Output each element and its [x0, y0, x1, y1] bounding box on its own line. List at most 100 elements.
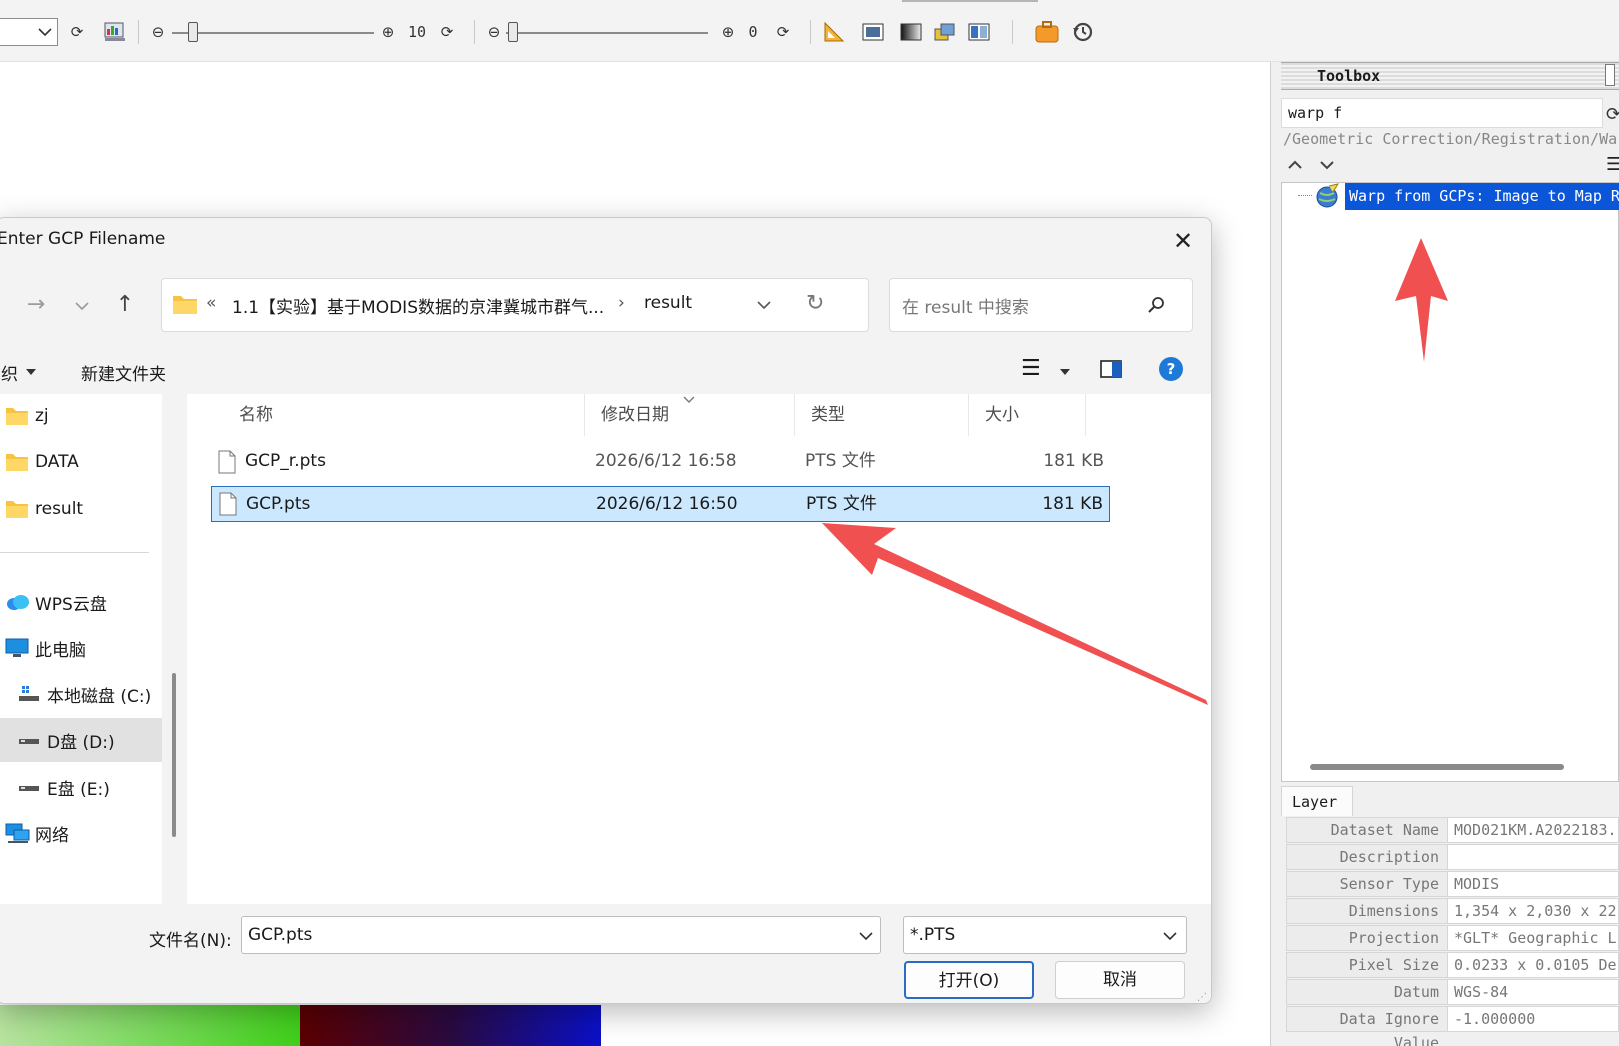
nav-scrollbar[interactable]	[172, 673, 176, 837]
file-icon	[218, 450, 236, 474]
nav-item-result[interactable]: result	[0, 487, 162, 531]
up-folder-icon[interactable]: ↑	[110, 290, 140, 320]
drive-icon	[19, 686, 39, 701]
help-icon[interactable]: ?	[1159, 357, 1183, 381]
layer-key: Data Ignore Value	[1286, 1006, 1448, 1046]
measure-icon[interactable]	[822, 18, 848, 46]
command-bar: 织 新建文件夹 ☰ ?	[0, 348, 1211, 394]
toolbox-bag-icon[interactable]	[1034, 18, 1060, 46]
zoom-in-slider-2-icon[interactable]: ⊕	[718, 18, 738, 46]
display-combo[interactable]	[0, 18, 58, 46]
view-options-icon[interactable]: ☰	[1021, 356, 1041, 381]
recent-dropdown-icon[interactable]	[67, 290, 97, 320]
nav-item-wps-cloud[interactable]: WPS云盘	[0, 580, 162, 624]
stretch-value: 10	[407, 23, 427, 41]
nav-item-this-pc[interactable]: 此电脑	[0, 626, 162, 670]
breadcrumb-separator-icon: ›	[618, 293, 625, 313]
column-header-size[interactable]: 大小	[969, 394, 1086, 436]
nav-item-drive-d[interactable]: D盘 (D:)	[0, 718, 162, 762]
nav-label: DATA	[35, 452, 79, 472]
breadcrumb-current[interactable]: result	[644, 293, 692, 313]
layer-key: Datum	[1286, 979, 1448, 1005]
computer-icon	[5, 638, 29, 657]
nav-item-zj[interactable]: zj	[0, 394, 162, 438]
close-icon[interactable]: ✕	[1167, 226, 1199, 256]
gradient-icon[interactable]	[898, 18, 924, 46]
nav-label: WPS云盘	[35, 594, 107, 615]
tab-layer[interactable]: Layer	[1281, 786, 1353, 816]
file-type-filter[interactable]: *.PTS	[903, 916, 1187, 954]
file-row[interactable]: GCP_r.pts 2026/6/12 16:58 PTS 文件 181 KB	[211, 444, 1110, 480]
view-caret-icon[interactable]	[1059, 368, 1071, 376]
nav-label: E盘 (E:)	[47, 779, 110, 800]
filter-dropdown-icon[interactable]	[1162, 928, 1178, 944]
refresh-icon[interactable]: ⟳	[64, 18, 90, 46]
tree-horizontal-scrollbar[interactable]	[1310, 764, 1564, 770]
toolbox-search-input[interactable]: warp f	[1281, 98, 1603, 128]
zoom-in-slider-icon[interactable]: ⊕	[378, 18, 398, 46]
sharpen-slider-track[interactable]	[506, 32, 708, 34]
toolbox-restore-icon[interactable]	[1605, 64, 1615, 86]
nav-item-drive-c[interactable]: 本地磁盘 (C:)	[0, 672, 162, 716]
tree-connector	[1298, 195, 1312, 196]
refresh-icon[interactable]: ↻	[806, 291, 824, 316]
layer-row: Projection *GLT* Geographic L	[1286, 925, 1619, 951]
filter-value: *.PTS	[910, 925, 956, 945]
cancel-button[interactable]: 取消	[1055, 961, 1185, 999]
file-row-selected[interactable]: GCP.pts 2026/6/12 16:50 PTS 文件 181 KB	[211, 486, 1110, 522]
sharpen-slider-thumb[interactable]	[508, 22, 518, 42]
layer-row: Dimensions 1,354 x 2,030 x 22	[1286, 898, 1619, 924]
filename-dropdown-icon[interactable]	[858, 928, 874, 944]
globe-tool-icon	[1316, 183, 1340, 208]
breadcrumb-overflow[interactable]: «	[206, 293, 216, 313]
display-settings-icon[interactable]	[102, 18, 128, 46]
file-date: 2026/6/12 16:50	[596, 494, 738, 514]
column-header-type[interactable]: 类型	[795, 394, 969, 436]
zoom-out-slider-2-icon[interactable]: ⊖	[484, 18, 504, 46]
search-box[interactable]: 在 result 中搜索	[889, 278, 1193, 332]
tree-item-warp-from-gcps[interactable]: Warp from GCPs: Image to Map Re	[1345, 183, 1619, 210]
resize-grip-icon[interactable]: ⋰	[1197, 992, 1207, 1003]
gcp-file-dialog: Enter GCP Filename ✕ → ↑ « 1.1【实验】基于MODI…	[0, 217, 1212, 1004]
refresh-sharpen-icon[interactable]: ⟳	[770, 18, 796, 46]
layer-row: Sensor Type MODIS	[1286, 871, 1619, 897]
folder-icon	[6, 454, 28, 471]
toolbox-refresh-icon[interactable]: ⟳	[1606, 104, 1619, 125]
toolbox-header: Toolbox	[1281, 62, 1619, 90]
zoom-out-slider-icon[interactable]: ⊖	[148, 18, 168, 46]
filename-input[interactable]: GCP.pts	[241, 916, 881, 954]
toolbox-nav-chevrons-icon[interactable]	[1286, 155, 1346, 173]
nav-item-network[interactable]: 网络	[0, 811, 162, 855]
column-header-name[interactable]: 名称	[223, 394, 585, 436]
toolbox-menu-icon[interactable]: ☰	[1606, 154, 1619, 175]
stretch-slider-thumb[interactable]	[188, 22, 198, 42]
image-view-icon[interactable]	[860, 18, 886, 46]
preview-pane-icon[interactable]	[1099, 358, 1123, 380]
cloud-icon	[7, 595, 29, 610]
layer-value: 1,354 x 2,030 x 22	[1448, 898, 1619, 924]
compare-icon[interactable]	[966, 18, 992, 46]
breadcrumb-folder[interactable]: 1.1【实验】基于MODIS数据的京津冀城市群气...	[232, 293, 604, 318]
organize-menu[interactable]: 织	[1, 360, 18, 385]
refresh-stretch-icon[interactable]: ⟳	[434, 18, 460, 46]
layer-row: Data Ignore Value -1.000000	[1286, 1006, 1619, 1046]
dialog-title: Enter GCP Filename	[0, 229, 166, 249]
layers-icon[interactable]	[932, 18, 958, 46]
history-icon[interactable]	[1070, 18, 1096, 46]
folder-icon	[173, 296, 197, 314]
file-size: 181 KB	[1042, 494, 1103, 514]
drive-icon	[19, 786, 39, 791]
stretch-slider-track[interactable]	[172, 32, 374, 34]
search-icon[interactable]	[1148, 296, 1166, 314]
new-folder-button[interactable]: 新建文件夹	[81, 360, 166, 385]
layer-row: Description	[1286, 844, 1619, 870]
forward-icon[interactable]: →	[21, 290, 51, 320]
address-dropdown-icon[interactable]	[756, 297, 772, 313]
nav-item-data[interactable]: DATA	[0, 440, 162, 484]
toolbox-path: /Geometric Correction/Registration/Warp	[1283, 130, 1619, 148]
organize-caret-icon[interactable]	[25, 368, 37, 376]
address-bar[interactable]: « 1.1【实验】基于MODIS数据的京津冀城市群气... › result ↻	[161, 278, 869, 332]
nav-item-drive-e[interactable]: E盘 (E:)	[0, 765, 162, 809]
open-button[interactable]: 打开(O)	[904, 961, 1034, 999]
file-size: 181 KB	[1043, 451, 1104, 471]
